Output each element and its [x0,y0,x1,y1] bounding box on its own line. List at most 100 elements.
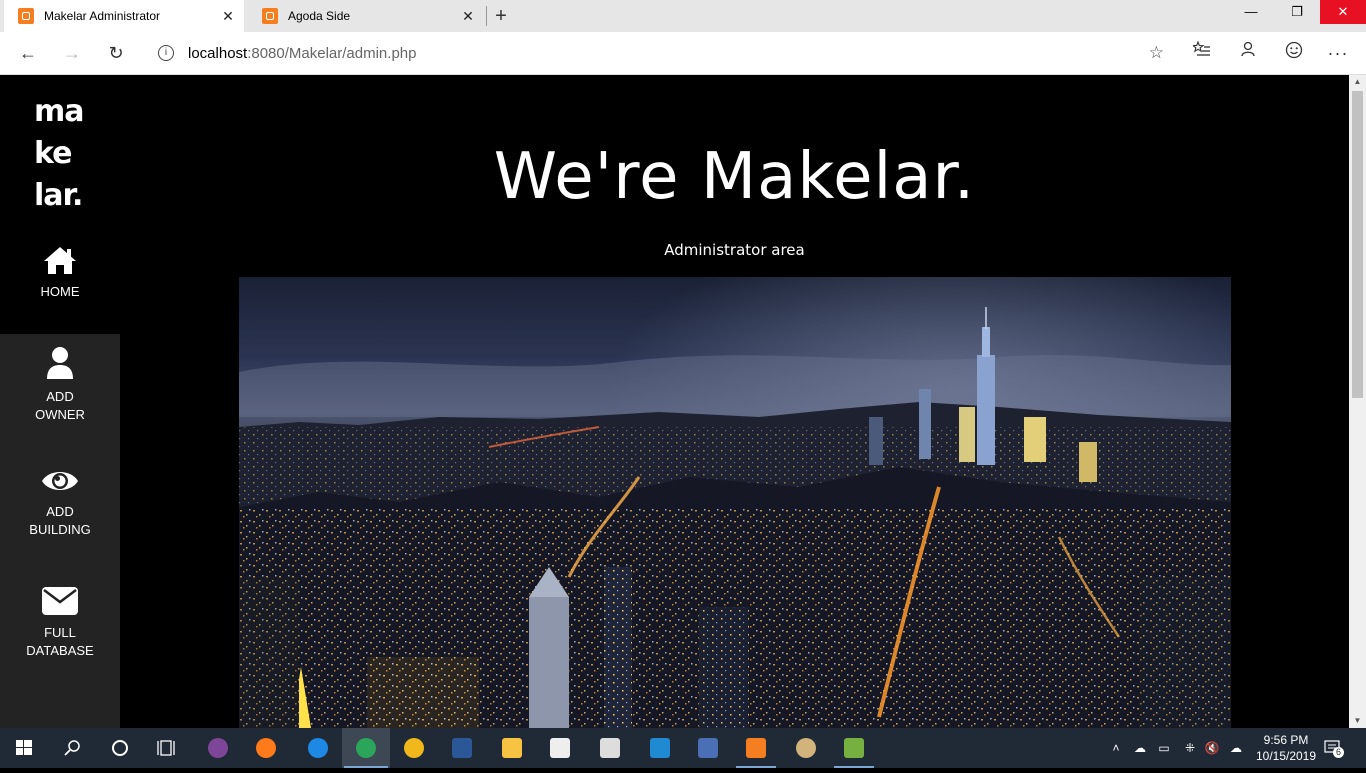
taskbar-edge-canary[interactable] [390,728,438,768]
tab-strip: Makelar Administrator ✕ Agoda Side ✕ + —… [0,0,1366,32]
taskbar-xampp[interactable] [732,728,780,768]
feedback-smile-icon[interactable] [1282,41,1306,65]
sidebar-item-home[interactable]: HOME [0,229,120,335]
clock-date: 10/15/2019 [1255,749,1317,763]
taskbar-firefox[interactable] [242,728,290,768]
xampp-icon [746,738,766,758]
logo-line: lar. [34,178,83,213]
paint-icon [796,738,816,758]
scrollbar-thumb[interactable] [1352,91,1363,398]
more-menu-icon[interactable]: ··· [1326,41,1350,65]
logo-line: ke [34,136,73,171]
close-tab-icon[interactable]: ✕ [458,8,478,25]
refresh-button[interactable]: ↻ [100,38,132,68]
profile-icon[interactable] [1236,41,1260,65]
taskbar-edge[interactable] [294,728,342,768]
edge-icon [308,738,328,758]
taskbar-vscode[interactable] [636,728,684,768]
clock-time: 9:56 PM [1263,733,1309,747]
taskbar-tor-browser[interactable] [194,728,242,768]
notification-count-badge: 6 [1333,747,1344,758]
search-button[interactable] [48,728,96,768]
wifi-icon[interactable]: ⁜ [1182,740,1198,756]
page-title: We're Makelar. [493,140,976,214]
logo[interactable]: ma ke lar. [34,91,114,217]
vertical-scrollbar[interactable]: ▲ ▼ [1349,75,1366,728]
cortana-icon [112,740,128,756]
network-tool-icon [698,738,718,758]
eye-icon [42,472,78,490]
store-icon [550,738,570,758]
taskbar-edge-dev[interactable] [342,728,390,768]
tab-agoda-side[interactable]: Agoda Side ✕ [248,0,484,32]
task-view-icon [157,740,175,756]
label-line: OWNER [35,407,85,422]
favorites-list-icon[interactable] [1190,40,1214,65]
taskbar-store[interactable] [536,728,584,768]
label-line: ADD [46,504,74,519]
sidebar: ma ke lar. HOME ADD OWNER ADD BUILDING F… [0,75,120,728]
tab-makelar-administrator[interactable]: Makelar Administrator ✕ [4,0,244,32]
page-viewport: ma ke lar. HOME ADD OWNER ADD BUILDING F… [0,75,1349,728]
start-button[interactable] [0,728,48,768]
info-icon[interactable]: i [158,45,174,61]
chevron-up-icon[interactable]: ˄ [1108,740,1124,756]
close-tab-icon[interactable]: ✕ [218,8,238,25]
system-tray: ˄ ☁ ▭ ⁜ 🔇 ☁ [1100,728,1250,768]
action-center-button[interactable]: 6 [1322,738,1344,758]
edge-dev-icon [356,738,376,758]
back-button[interactable]: ← [12,38,44,68]
scroll-down-arrow-icon[interactable]: ▼ [1349,714,1366,728]
taskbar-word[interactable] [438,728,486,768]
firefox-icon [256,738,276,758]
city-skyline-image [239,277,1231,728]
label-line: DATABASE [26,643,94,658]
onedrive-cloud-icon[interactable]: ☁ [1132,740,1148,756]
favorite-star-icon[interactable]: ☆ [1149,43,1164,63]
battery-icon[interactable]: ▭ [1156,740,1172,756]
scroll-up-arrow-icon[interactable]: ▲ [1349,75,1366,89]
taskbar-clock[interactable]: 9:56 PM 10/15/2019 [1246,732,1326,764]
logo-line: ma [34,94,85,129]
sidebar-item-add-building[interactable]: ADD BUILDING [0,454,120,574]
tab-title: Agoda Side [288,9,351,23]
new-tab-button[interactable]: + [490,4,512,28]
sidebar-item-label: FULL DATABASE [0,624,120,660]
notepad-icon [844,738,864,758]
windows-logo-icon [16,740,32,755]
cortana-button[interactable] [96,728,144,768]
taskbar-mail[interactable] [586,728,634,768]
envelope-icon [42,587,78,615]
url-text: localhost:8080/Makelar/admin.php [188,44,417,62]
forward-button[interactable]: → [56,38,88,68]
taskbar-notepad[interactable] [830,728,878,768]
taskbar-file-explorer[interactable] [488,728,536,768]
edge-canary-icon [404,738,424,758]
close-window-button[interactable]: ✕ [1320,0,1366,24]
sidebar-item-label: ADD OWNER [0,388,120,424]
url-field[interactable]: i localhost:8080/Makelar/admin.php ☆ [146,37,1172,69]
volume-muted-icon[interactable]: 🔇 [1204,740,1220,756]
sidebar-item-label: ADD BUILDING [0,503,120,539]
home-icon [44,247,76,274]
task-view-button[interactable] [144,728,192,768]
main-content: We're Makelar. Administrator area [120,75,1349,728]
word-icon [452,738,472,758]
address-bar: ← → ↻ i localhost:8080/Makelar/admin.php… [0,32,1366,75]
sidebar-item-full-database[interactable]: FULL DATABASE [0,574,120,728]
xampp-favicon-icon [18,8,34,24]
page-subtitle: Administrator area [664,241,805,259]
windows-taskbar: ˄ ☁ ▭ ⁜ 🔇 ☁ 9:56 PM 10/15/2019 6 [0,728,1366,768]
label-line: ADD [46,389,74,404]
tor-icon [208,738,228,758]
tab-title: Makelar Administrator [44,9,161,23]
sync-cloud-icon[interactable]: ☁ [1228,740,1244,756]
user-icon [47,347,73,379]
taskbar-network-tool[interactable] [684,728,732,768]
taskbar-paint[interactable] [782,728,830,768]
sidebar-item-add-owner[interactable]: ADD OWNER [0,334,120,454]
sidebar-item-label: HOME [40,284,80,299]
minimize-button[interactable]: — [1228,0,1274,24]
restore-button[interactable]: ❐ [1274,0,1320,24]
xampp-favicon-icon [262,8,278,24]
